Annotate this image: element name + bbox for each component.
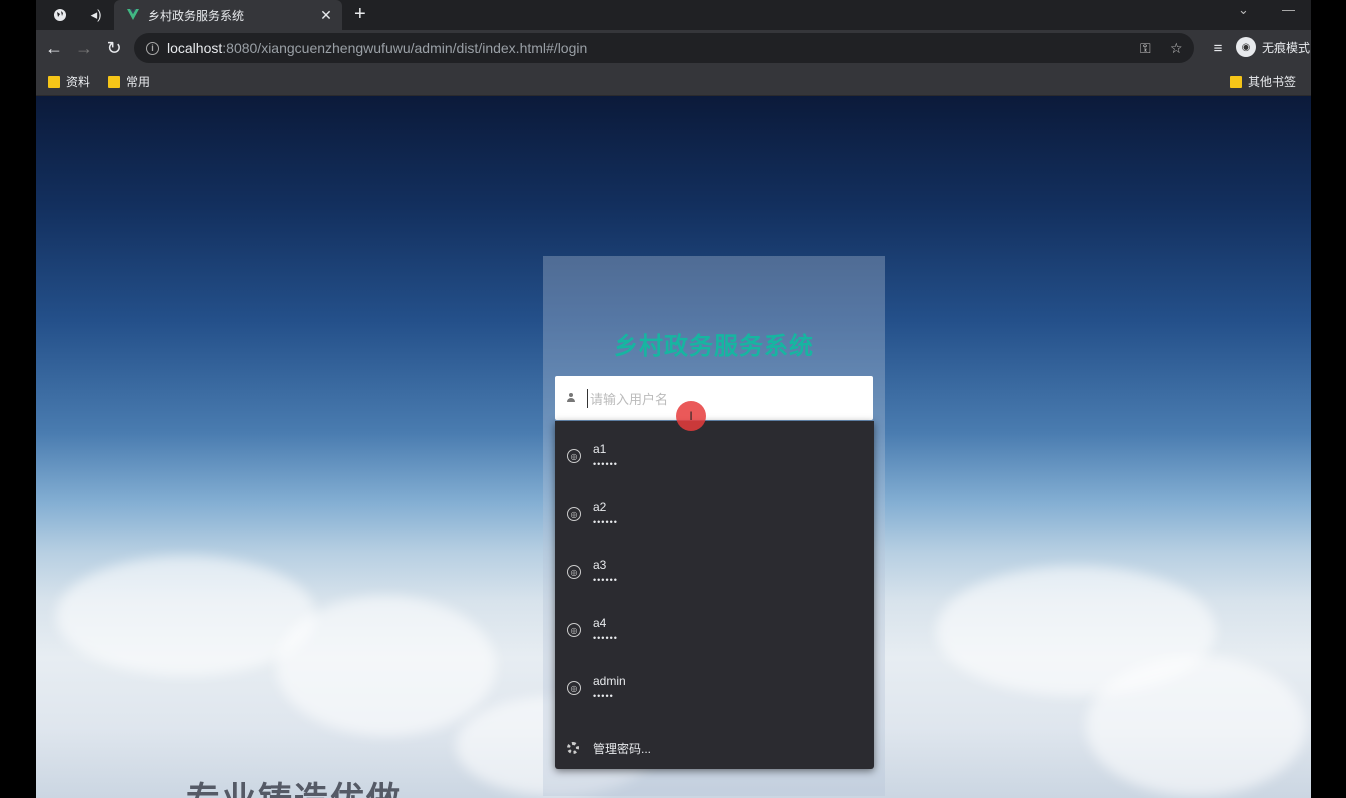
- other-bookmarks[interactable]: 其他书签: [1230, 73, 1296, 90]
- reload-icon[interactable]: ↻: [102, 36, 126, 60]
- autofill-password: ••••••: [593, 517, 618, 527]
- cloud: [1086, 656, 1306, 796]
- left-black-border: [0, 0, 36, 798]
- tab-audio-icon[interactable]: ◂): [86, 4, 106, 26]
- key-icon[interactable]: ⚿: [1140, 40, 1151, 57]
- folder-icon: [48, 75, 60, 88]
- autofill-password: •••••: [593, 691, 614, 701]
- cloud: [276, 596, 496, 736]
- browser-window: ◂) 乡村政务服务系统 ✕ + ⌄ — ← → ↻ i localhost :8…: [36, 0, 1311, 798]
- tab-active[interactable]: 乡村政务服务系统 ✕: [114, 0, 342, 30]
- url-host: localhost: [167, 40, 223, 56]
- key-globe-icon: ◎: [567, 449, 581, 463]
- key-globe-icon: ◎: [567, 565, 581, 579]
- user-icon: [565, 392, 577, 404]
- autofill-username: admin: [593, 674, 626, 688]
- autofill-item[interactable]: ◎ a3 ••••••: [555, 543, 874, 601]
- incognito-profile[interactable]: ◉ 无痕模式: [1236, 37, 1310, 57]
- key-globe-icon: ◎: [567, 681, 581, 695]
- star-icon[interactable]: ☆: [1170, 40, 1183, 57]
- username-input[interactable]: 请输入用户名: [555, 376, 873, 420]
- vue-logo-icon: [126, 8, 140, 22]
- profile-label: 无痕模式: [1262, 40, 1311, 55]
- address-bar[interactable]: i localhost :8080/xiangcuenzhengwufuwu/a…: [134, 33, 1194, 63]
- tab-close-icon[interactable]: ✕: [314, 7, 338, 24]
- autofill-dropdown: ◎ a1 •••••• ◎ a2 •••••• ◎ a3 •••••• ◎ a4 •••…: [555, 421, 874, 769]
- key-globe-icon: ◎: [567, 623, 581, 637]
- reading-list-icon[interactable]: ≡: [1206, 36, 1230, 60]
- bookmark-label: 常用: [126, 75, 151, 89]
- tab-strip: ◂) 乡村政务服务系统 ✕ + ⌄ —: [36, 0, 1311, 30]
- globe-icon[interactable]: [50, 4, 70, 26]
- folder-icon: [108, 75, 120, 88]
- manage-passwords-label: 管理密码...: [593, 741, 652, 756]
- bookmark-folder-1[interactable]: 资料: [48, 73, 90, 90]
- info-icon[interactable]: i: [146, 41, 159, 55]
- tab-title: 乡村政务服务系统: [148, 8, 245, 23]
- autofill-password: ••••••: [593, 575, 618, 585]
- username-value: 请输入用户名: [587, 388, 668, 408]
- minimize-icon[interactable]: —: [1282, 2, 1295, 17]
- slogan-text: 专业铸造优做: [186, 772, 402, 798]
- autofill-item[interactable]: ◎ admin •••••: [555, 659, 874, 717]
- forward-icon[interactable]: →: [72, 36, 96, 60]
- incognito-icon: ◉: [1236, 37, 1256, 57]
- autofill-item[interactable]: ◎ a4 ••••••: [555, 601, 874, 659]
- bookmark-label: 资料: [66, 75, 91, 89]
- autofill-username: a3: [593, 558, 607, 572]
- right-black-border: [1311, 0, 1346, 798]
- autofill-password: ••••••: [593, 459, 618, 469]
- autofill-username: a2: [593, 500, 607, 514]
- bookmarks-bar: 资料 常用 其他书签: [36, 66, 1311, 96]
- bookmark-folder-2[interactable]: 常用: [108, 73, 150, 90]
- autofill-item[interactable]: ◎ a2 ••••••: [555, 485, 874, 543]
- autofill-item[interactable]: ◎ a1 ••••••: [555, 427, 874, 485]
- autofill-password: ••••••: [593, 633, 618, 643]
- screen: ◂) 乡村政务服务系统 ✕ + ⌄ — ← → ↻ i localhost :8…: [0, 0, 1346, 798]
- login-page: 乡村政务服务系统 请输入用户名 ◎ a1 •••••• ◎ a2 •••••• ◎ …: [36, 96, 1311, 798]
- cursor-marker: I: [676, 401, 706, 431]
- url-path: :8080/xiangcuenzhengwufuwu/admin/dist/in…: [222, 40, 588, 56]
- key-globe-icon: ◎: [567, 507, 581, 521]
- new-tab-button[interactable]: +: [354, 3, 366, 25]
- folder-icon: [1230, 75, 1242, 88]
- other-bookmarks-label: 其他书签: [1248, 75, 1297, 89]
- tab-search-icon[interactable]: ⌄: [1238, 2, 1249, 18]
- back-icon[interactable]: ←: [42, 36, 66, 60]
- gear-icon: [567, 742, 579, 754]
- autofill-username: a1: [593, 442, 607, 456]
- autofill-username: a4: [593, 616, 607, 630]
- toolbar: ← → ↻ i localhost :8080/xiangcuenzhengwu…: [36, 30, 1311, 66]
- manage-passwords-item[interactable]: 管理密码...: [555, 731, 874, 765]
- login-title: 乡村政务服务系统: [614, 333, 814, 360]
